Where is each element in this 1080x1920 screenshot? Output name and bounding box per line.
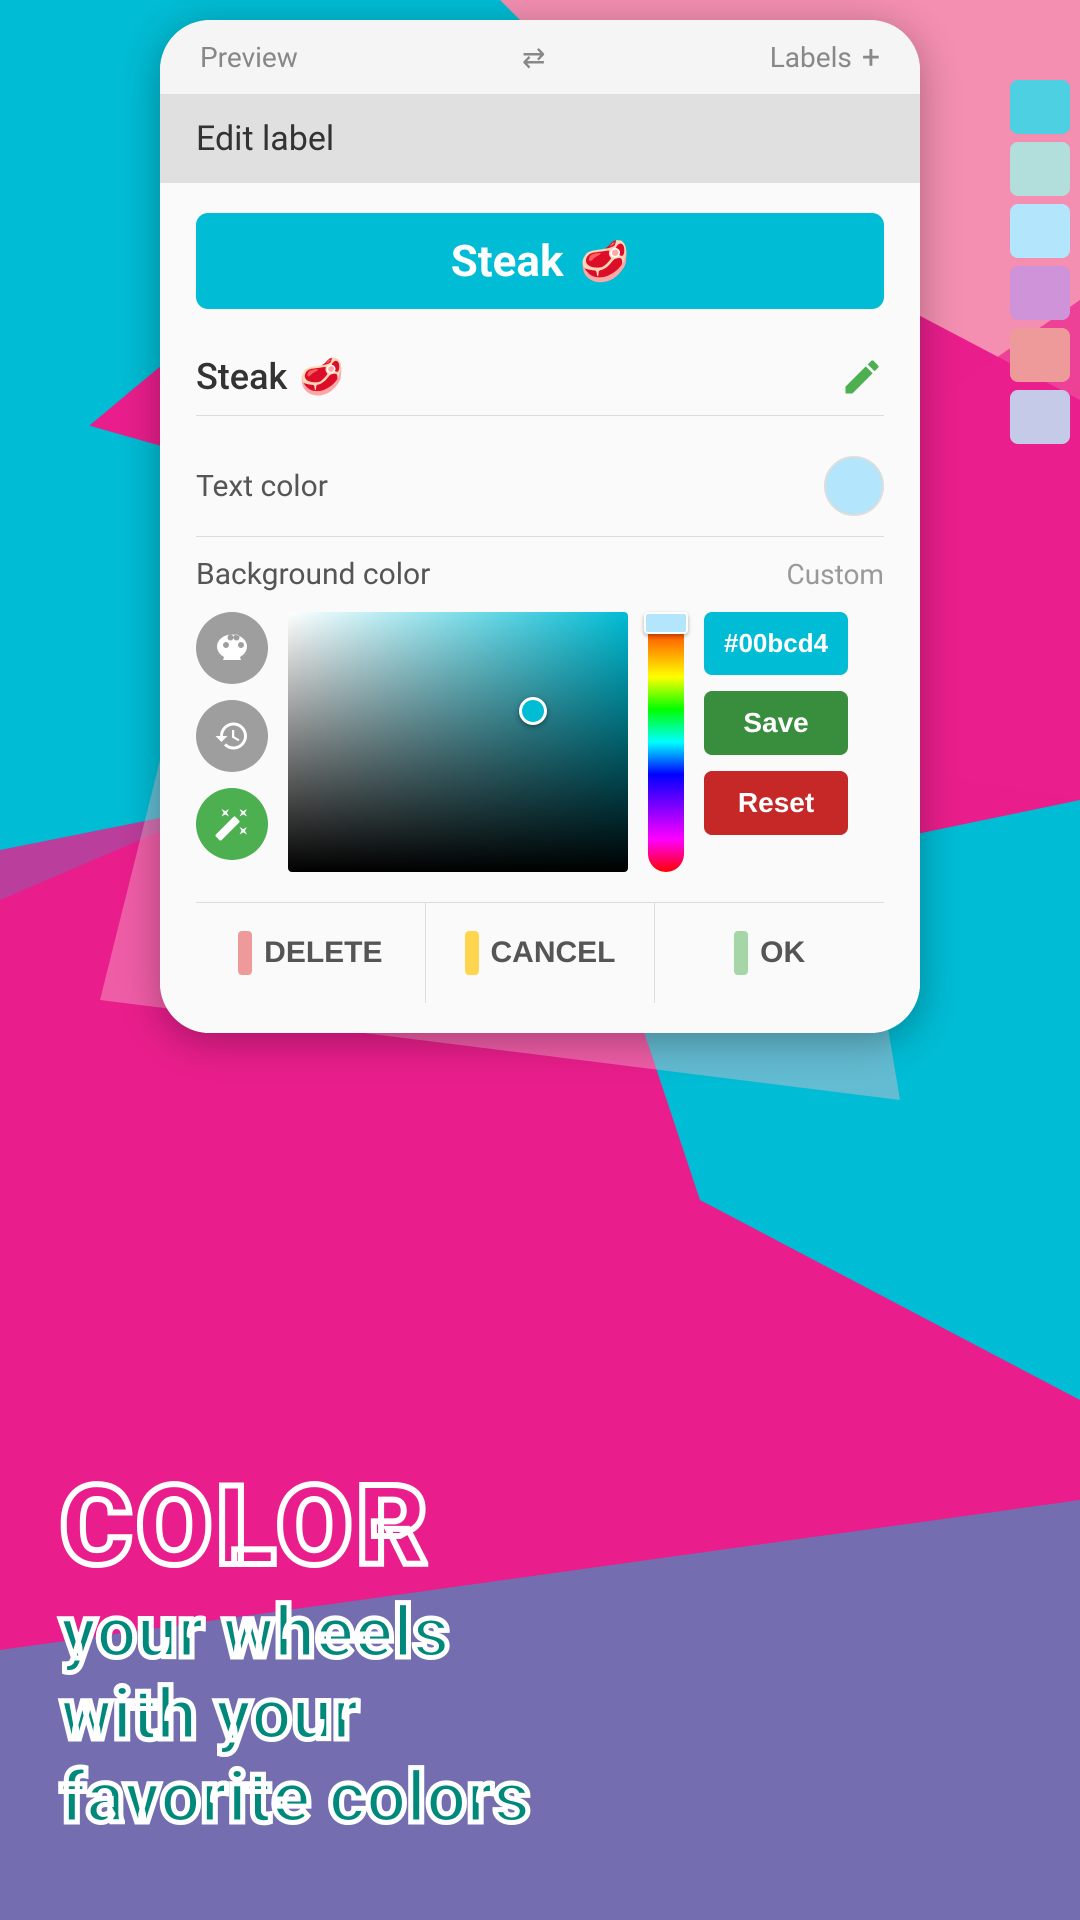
text-color-swatch[interactable] [824, 456, 884, 516]
color-controls: #00bcd4 Save Reset [704, 612, 848, 835]
label-emoji-preview: 🥩 [579, 238, 629, 285]
preview-tab[interactable]: Preview [200, 41, 298, 74]
dialog-header: Edit label [160, 95, 920, 183]
history-tool-btn[interactable] [196, 700, 268, 772]
gradient-cursor[interactable] [519, 697, 547, 725]
labels-label: Labels [770, 41, 852, 74]
hue-slider-container[interactable] [648, 612, 684, 872]
ok-accent [734, 931, 748, 975]
dialog-title: Edit label [196, 119, 334, 159]
cancel-accent [465, 931, 479, 975]
edit-icon[interactable] [840, 355, 884, 399]
swatch-1[interactable] [1010, 80, 1070, 134]
label-name: Steak 🥩 [196, 356, 344, 398]
delete-label: DELETE [264, 936, 382, 970]
swatch-3[interactable] [1010, 204, 1070, 258]
promo-line1: your wheels with your favorite colors [60, 1592, 1020, 1840]
color-picker-area: #00bcd4 Save Reset [196, 612, 884, 872]
gradient-dark-overlay [288, 612, 628, 872]
bg-color-header: Background color Custom [196, 557, 884, 592]
text-color-row: Text color [196, 436, 884, 537]
cancel-label: CANCEL [491, 936, 616, 970]
edit-label-dialog: Edit label Steak 🥩 Steak 🥩 [160, 95, 920, 1033]
tool-icons [196, 612, 268, 860]
hue-handle[interactable] [644, 612, 688, 634]
swatch-6[interactable] [1010, 390, 1070, 444]
shuffle-icon[interactable]: ⇄ [522, 41, 545, 74]
phone-wrapper: Preview ⇄ Labels + Edit label Steak 🥩 [90, 0, 990, 1033]
bg-color-label: Background color [196, 557, 430, 592]
swatch-2[interactable] [1010, 142, 1070, 196]
add-icon: + [862, 38, 880, 76]
text-color-label: Text color [196, 469, 328, 504]
labels-tab[interactable]: Labels + [770, 38, 880, 76]
preview-label: Preview [200, 41, 298, 74]
cancel-button[interactable]: CANCEL [426, 903, 656, 1003]
palette-tool-btn[interactable] [196, 612, 268, 684]
ok-button[interactable]: OK [655, 903, 884, 1003]
delete-accent [238, 931, 252, 975]
ok-label: OK [760, 936, 805, 970]
label-name-row: Steak 🥩 [196, 339, 884, 416]
delete-button[interactable]: DELETE [196, 903, 426, 1003]
swatches-right [1010, 80, 1070, 444]
swatch-4[interactable] [1010, 266, 1070, 320]
label-preview: Steak 🥩 [196, 213, 884, 309]
promo-word: COLOR [60, 1472, 1020, 1582]
app-topbar: Preview ⇄ Labels + [160, 20, 920, 95]
color-save-button[interactable]: Save [704, 691, 848, 755]
color-reset-button[interactable]: Reset [704, 771, 848, 835]
gradient-picker[interactable] [288, 612, 628, 872]
magic-tool-btn[interactable] [196, 788, 268, 860]
dialog-body: Steak 🥩 Steak 🥩 [160, 183, 920, 1033]
gradient-bg[interactable] [288, 612, 628, 872]
custom-label: Custom [786, 558, 884, 591]
label-preview-text: Steak [451, 235, 564, 287]
label-emoji: 🥩 [299, 356, 344, 398]
hex-input[interactable]: #00bcd4 [704, 612, 848, 675]
dialog-actions: DELETE CANCEL OK [196, 902, 884, 1003]
promo-section: COLOR your wheels with your favorite col… [0, 1412, 1080, 1920]
hue-slider[interactable] [648, 612, 684, 872]
swatch-5[interactable] [1010, 328, 1070, 382]
phone: Preview ⇄ Labels + Edit label Steak 🥩 [160, 20, 920, 1033]
